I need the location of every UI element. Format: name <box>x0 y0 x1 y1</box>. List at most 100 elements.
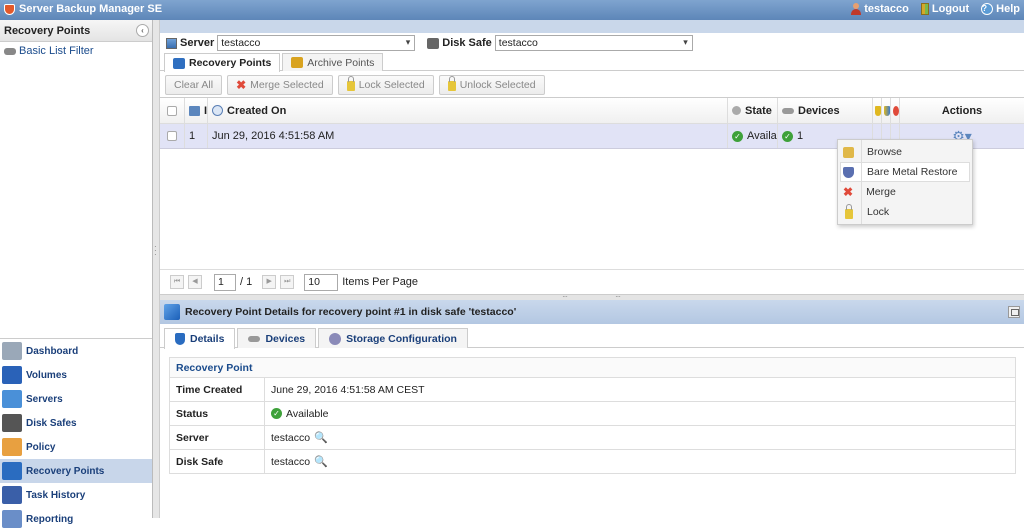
sidebar-splitter[interactable]: · · · <box>153 20 160 518</box>
detail-value-cell: testacco 🔍 <box>264 449 1016 474</box>
sidebar-item-task-history[interactable]: Task History <box>0 483 152 507</box>
storage-config-icon <box>329 332 342 345</box>
menu-item-browse[interactable]: Browse <box>838 142 972 162</box>
column-label: State <box>745 104 772 117</box>
sidebar: Recovery Points ‹ Basic List Filter Dash… <box>0 20 153 528</box>
tab-details[interactable]: Details <box>164 328 236 349</box>
disk-safe-select[interactable]: testacco <box>494 35 693 51</box>
drive-icon <box>248 335 261 342</box>
sidebar-item-policy[interactable]: Policy <box>0 435 152 459</box>
sidebar-item-volumes[interactable]: Volumes <box>0 363 152 387</box>
archived-shield-icon <box>884 105 890 116</box>
unlock-selected-button[interactable]: Unlock Selected <box>438 74 545 95</box>
maximize-button[interactable] <box>1008 306 1020 318</box>
selector-row: Server testacco Disk Safe testacco <box>160 33 1024 53</box>
column-locked[interactable] <box>873 98 882 123</box>
column-label: Actions <box>941 104 983 117</box>
tab-devices[interactable]: Devices <box>237 328 317 348</box>
nav-label: Dashboard <box>26 345 79 357</box>
main-panel: Server testacco Disk Safe testacco Recov… <box>160 20 1024 518</box>
sidebar-item-reporting[interactable]: Reporting <box>0 507 152 531</box>
last-page-button[interactable]: ⏭ <box>280 275 295 289</box>
merge-selected-button[interactable]: ✖ Merge Selected <box>227 74 333 95</box>
column-devices[interactable]: Devices <box>778 98 873 123</box>
row-select-cell <box>160 124 185 148</box>
splitter-grip: ··· <box>154 242 157 259</box>
menu-item-merge[interactable]: ✖ Merge <box>838 182 972 202</box>
recovery-point-details-table: Recovery Point Time Created June 29, 201… <box>169 357 1016 474</box>
archive-points-icon <box>291 57 304 68</box>
tab-archive-points[interactable]: Archive Points <box>282 53 384 71</box>
column-id[interactable]: I <box>185 98 208 123</box>
row-checkbox[interactable] <box>167 131 177 141</box>
nav-label: Disk Safes <box>26 417 77 429</box>
reporting-icon <box>2 510 22 528</box>
menu-item-bare-metal-restore[interactable]: Bare Metal Restore <box>840 162 970 182</box>
details-panel-header: Recovery Point Details for recovery poin… <box>160 300 1024 324</box>
servers-icon <box>2 390 22 408</box>
nav-label: Policy <box>26 441 56 453</box>
column-state[interactable]: State <box>728 98 778 123</box>
user-link[interactable]: testacco <box>851 3 909 15</box>
button-label: Unlock Selected <box>459 78 536 91</box>
detail-value-cell: testacco 🔍 <box>264 425 1016 450</box>
sidebar-nav: Dashboard Volumes Servers Disk Safes Pol… <box>0 338 152 531</box>
devices-count: 1 <box>797 130 804 142</box>
column-created-on[interactable]: Created On <box>208 98 728 123</box>
header-select-cell <box>160 98 185 123</box>
menu-item-lock[interactable]: Lock <box>838 202 972 222</box>
help-link[interactable]: ? Help <box>981 3 1020 15</box>
check-icon: ✓ <box>782 130 793 142</box>
basic-list-filter-link[interactable]: Basic List Filter <box>0 42 152 60</box>
cell-state: ✓ Availa <box>728 124 778 148</box>
lock-icon <box>845 203 853 219</box>
nav-label: Task History <box>26 489 86 501</box>
search-icon[interactable]: 🔍 <box>314 431 328 444</box>
tab-recovery-points[interactable]: Recovery Points <box>164 53 281 72</box>
app-header: Server Backup Manager SE testacco Logout… <box>0 0 1024 20</box>
column-bmr[interactable] <box>891 98 900 123</box>
bare-metal-restore-icon <box>843 166 854 178</box>
state-text: Availa <box>747 130 777 142</box>
column-label: I <box>203 104 207 117</box>
menu-label: Browse <box>867 146 903 158</box>
items-per-page-input[interactable]: 10 <box>304 273 339 291</box>
server-select[interactable]: testacco <box>217 35 416 51</box>
next-page-button[interactable]: ▶ <box>262 275 277 289</box>
sidebar-item-servers[interactable]: Servers <box>0 387 152 411</box>
filter-icon <box>4 47 16 55</box>
cell-created-on: Jun 29, 2016 4:51:58 AM <box>208 124 728 148</box>
column-archived[interactable] <box>882 98 891 123</box>
recovery-point-icon <box>164 304 180 320</box>
tab-storage-configuration[interactable]: Storage Configuration <box>318 328 468 348</box>
user-icon <box>851 3 862 15</box>
logout-icon <box>920 3 929 15</box>
tab-label: Storage Configuration <box>346 332 457 345</box>
sidebar-item-recovery-points[interactable]: Recovery Points <box>0 459 152 483</box>
details-icon <box>175 333 185 345</box>
first-page-button[interactable]: ⏮ <box>170 275 184 289</box>
collapse-sidebar-button[interactable]: ‹ <box>136 24 149 37</box>
id-column-icon <box>189 105 200 116</box>
recovery-points-icon <box>2 462 22 480</box>
logout-link[interactable]: Logout <box>920 3 969 15</box>
button-label: Clear All <box>174 78 214 91</box>
task-history-icon <box>2 486 22 504</box>
sidebar-item-disk-safes[interactable]: Disk Safes <box>0 411 152 435</box>
button-label: Lock Selected <box>358 78 425 91</box>
page-input[interactable]: 1 <box>214 273 236 291</box>
lock-selected-button[interactable]: Lock Selected <box>337 74 434 95</box>
clock-icon <box>212 105 223 116</box>
server-label: Server <box>180 37 215 49</box>
clear-all-button[interactable]: Clear All <box>165 74 223 95</box>
detail-value: June 29, 2016 4:51:58 AM CEST <box>264 377 1016 402</box>
user-name: testacco <box>864 3 909 15</box>
points-tabs: Recovery Points Archive Points <box>160 53 1024 72</box>
sidebar-item-dashboard[interactable]: Dashboard <box>0 339 152 363</box>
search-icon[interactable]: 🔍 <box>314 455 328 468</box>
prev-page-button[interactable]: ◀ <box>188 275 202 289</box>
select-all-checkbox[interactable] <box>167 105 177 116</box>
details-tabs: Details Devices Storage Configuration <box>160 328 1024 349</box>
menu-label: Bare Metal Restore <box>867 166 958 178</box>
check-icon: ✓ <box>732 130 743 142</box>
